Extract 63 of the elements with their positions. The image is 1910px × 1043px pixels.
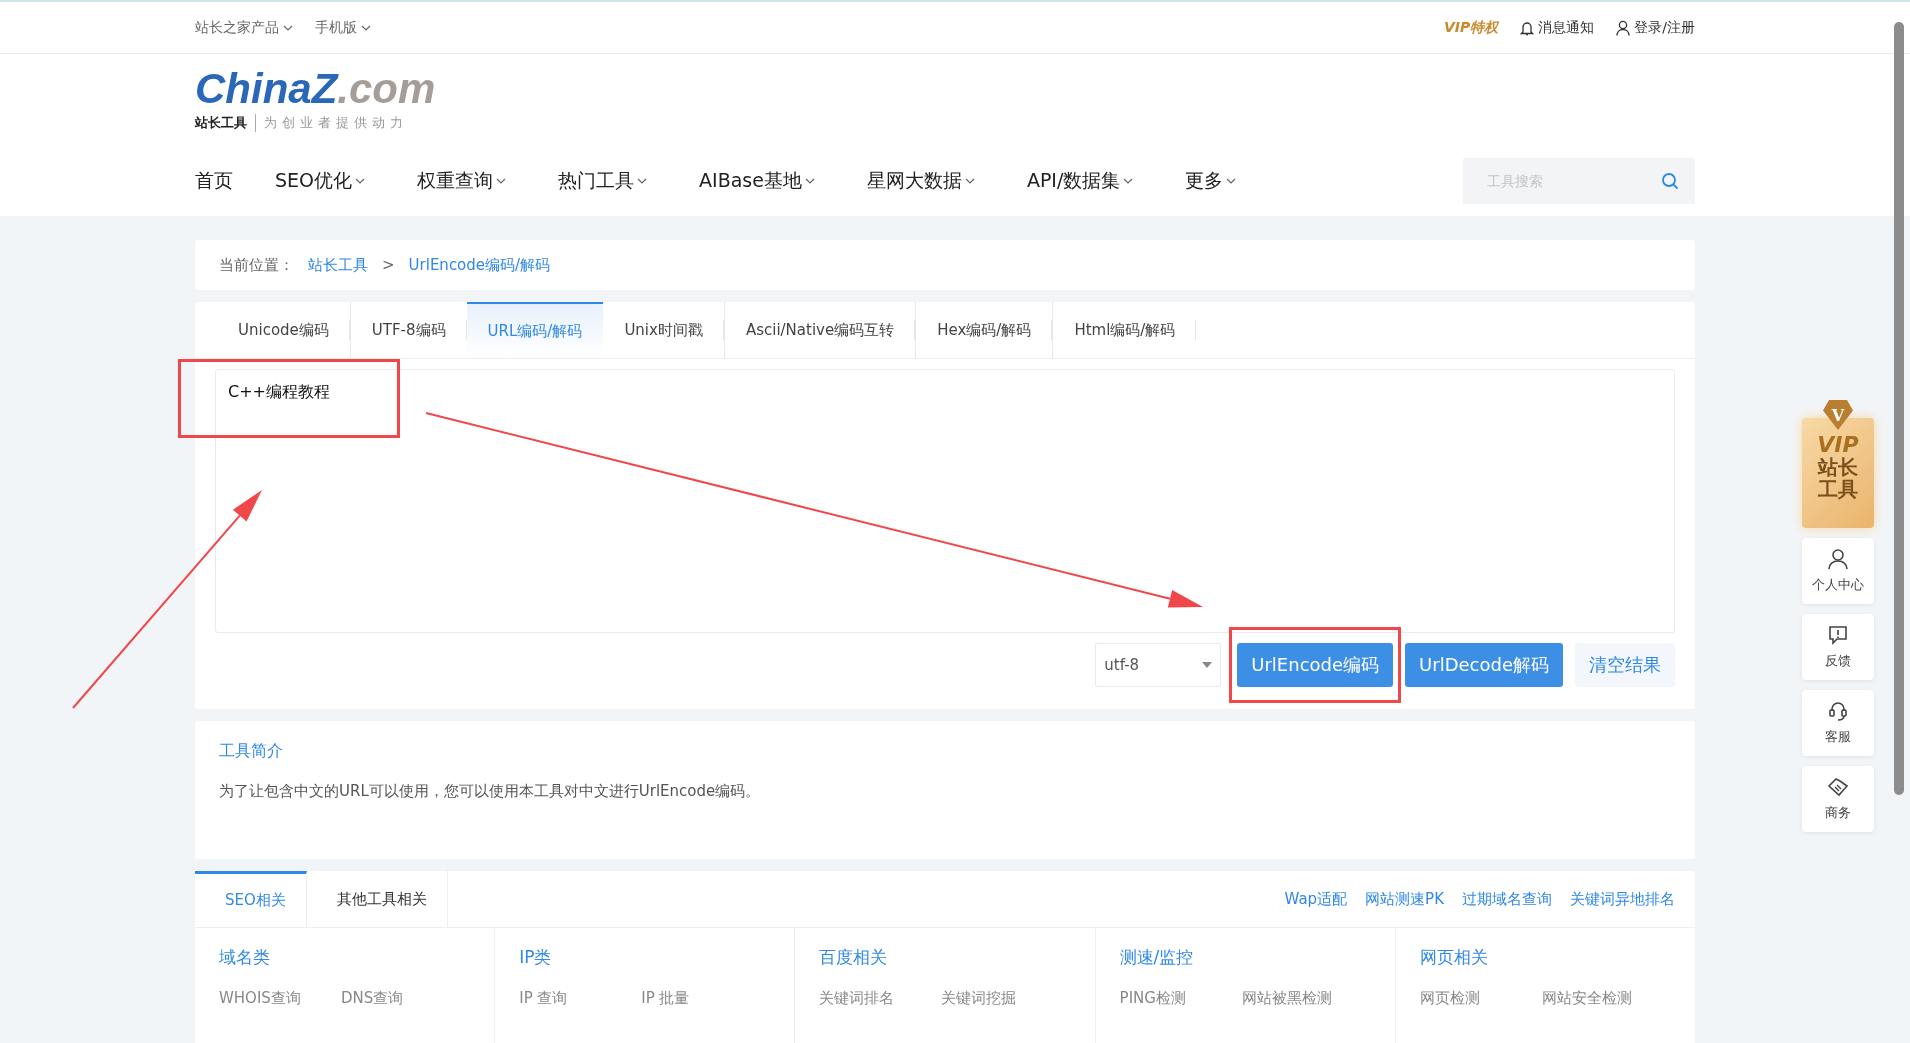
tool-link[interactable]: 关键词挖掘 (941, 989, 1034, 1008)
breadcrumb-separator: > (382, 256, 395, 274)
search-icon (1661, 172, 1679, 190)
tab[interactable]: UTF-8编码 (349, 302, 467, 358)
charset-select[interactable]: utf-8 (1095, 643, 1222, 687)
speech-bubble-icon (1827, 624, 1849, 646)
dropdown-icon (1202, 662, 1213, 668)
tool-link[interactable]: DNS查询 (341, 989, 433, 1008)
tool-link[interactable]: 关键词排名 (819, 989, 912, 1008)
breadcrumb-link[interactable]: UrlEncode编码/解码 (408, 255, 551, 275)
tab[interactable]: Ascii/Native编码互转 (723, 302, 916, 358)
nav-item[interactable]: 权重查询 (417, 168, 507, 194)
nav-item[interactable]: 更多 (1185, 168, 1237, 194)
breadcrumb-label: 当前位置： (219, 255, 294, 275)
tool-link[interactable]: IP 查询 (519, 989, 612, 1008)
caret-icon (283, 24, 293, 31)
nav-item[interactable]: SEO优化 (275, 168, 366, 194)
breadcrumb-link[interactable]: 站长工具 (308, 255, 368, 275)
user-icon (1616, 19, 1631, 36)
text-input[interactable]: C++编程教程 (215, 369, 1675, 633)
tool-link[interactable]: IP 批量 (641, 989, 734, 1008)
tab[interactable]: SEO相关 (195, 871, 307, 927)
logo[interactable]: ChinaZ.com 站长工具 为创业者提供动力 (195, 54, 436, 132)
quick-link[interactable]: 过期域名查询 (1462, 889, 1552, 909)
tab[interactable]: Html编码/解码 (1052, 302, 1197, 358)
user-icon (1827, 548, 1849, 570)
tool-link[interactable]: 网页检测 (1419, 989, 1512, 1008)
tab[interactable]: 其他工具相关 (306, 871, 448, 927)
quick-link[interactable]: 网站测速PK (1365, 889, 1444, 909)
sidebar-button[interactable]: 商务 (1802, 766, 1874, 832)
nav-item[interactable]: API/数据集 (1026, 168, 1134, 194)
description-text: 为了让包含中文的URL可以使用，您可以使用本工具对中文进行UrlEncode编码。 (219, 782, 762, 801)
encode-button[interactable]: UrlEncode编码 (1237, 643, 1394, 687)
sidebar-button[interactable]: 反馈 (1802, 614, 1874, 680)
tool-link[interactable]: PING检测 (1119, 989, 1212, 1008)
sidebar-button[interactable]: 客服 (1802, 690, 1874, 756)
nav-item[interactable]: 首页 (195, 168, 233, 194)
menu-link[interactable]: 手机版 (315, 18, 371, 37)
quick-link[interactable]: 关键词异地排名 (1570, 889, 1675, 909)
scrollbar[interactable] (1894, 22, 1904, 795)
clear-button[interactable]: 清空结果 (1575, 643, 1675, 687)
bell-icon (1520, 19, 1535, 36)
nav-item[interactable]: 星网大数据 (866, 168, 975, 194)
notification-link[interactable]: 消息通知 (1520, 18, 1595, 37)
tool-link[interactable]: 网站安全检测 (1541, 989, 1634, 1008)
login-link[interactable]: 登录/注册 (1616, 18, 1695, 37)
tab[interactable]: Hex编码/解码 (915, 302, 1053, 358)
section-title: 工具简介 (219, 741, 284, 762)
category-title: IP类 (519, 946, 553, 969)
category-title: 测速/监控 (1119, 946, 1195, 969)
category-title: 域名类 (219, 946, 271, 969)
category-title: 百度相关 (819, 946, 889, 969)
quick-link[interactable]: Wap适配 (1284, 889, 1348, 909)
nav-item[interactable]: AIBase基地 (699, 168, 815, 194)
tool-link[interactable]: 网站被黑检测 (1241, 989, 1334, 1008)
category-title: 网页相关 (1419, 946, 1489, 969)
caret-icon (361, 24, 371, 31)
nav-item[interactable]: 热门工具 (558, 168, 648, 194)
decode-button[interactable]: UrlDecode解码 (1405, 643, 1563, 687)
tool-link[interactable]: WHOIS查询 (219, 989, 311, 1008)
headset-icon (1827, 700, 1849, 722)
menu-link[interactable]: 站长之家产品 (195, 18, 293, 37)
sidebar-button[interactable]: 个人中心 (1802, 538, 1874, 604)
